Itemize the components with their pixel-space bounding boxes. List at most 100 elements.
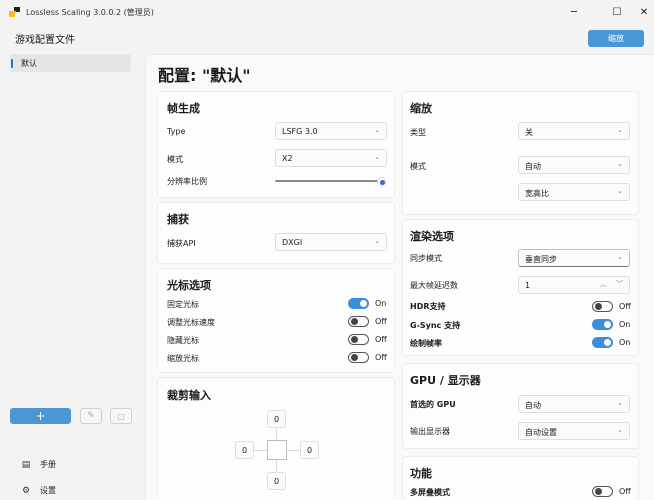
maximize-button[interactable]: ☐ [603,0,631,24]
delete-profile-button[interactable]: □ [110,408,132,424]
fg-ratio-slider[interactable] [275,180,381,182]
cursor-item-label: 隐藏光标 [167,336,199,345]
max-latency-value: 1 [525,281,531,290]
chevron-down-icon: ⌄ [374,126,380,134]
render-title: 渲染选项 [410,230,454,243]
cursor-item-label: 固定光标 [167,300,199,309]
chevron-down-icon: ⌄ [374,153,380,161]
fg-type-label: Type [167,127,186,136]
gear-icon: ⚙ [21,485,31,496]
sync-mode-label: 同步模式 [410,254,442,263]
toggle-state-label: On [375,299,387,308]
cursor-item-label: 调整光标速度 [167,318,215,327]
capture-api-select[interactable]: DXGI ⌄ [275,233,387,251]
chevron-up-icon[interactable]: ︿ [600,279,607,289]
add-profile-button[interactable]: + [10,408,71,424]
scale-button[interactable]: 缩放 [588,30,644,47]
hide-cursor-toggle[interactable] [348,334,369,345]
output-display-value: 自动设置 [525,428,557,437]
scaling-mode-select[interactable]: 自动 ⌄ [518,156,630,174]
sync-mode-select[interactable]: 垂直同步 ⌄ [518,249,630,267]
selection-indicator [11,59,13,68]
cursor-speed-toggle[interactable] [348,316,369,327]
preferred-gpu-value: 自动 [525,401,541,410]
edit-profile-button[interactable]: ✎ [80,408,102,424]
preferred-gpu-select[interactable]: 自动 ⌄ [518,395,630,413]
page-title: 配置: "默认" [158,66,251,85]
hdr-label: HDR支持 [410,302,446,311]
chevron-down-icon: ⌄ [617,399,623,407]
toggle-state-label: Off [619,487,631,496]
crop-preview [267,440,287,460]
window-title: Lossless Scaling 3.0.0.2 (管理员) [26,8,154,17]
scaling-mode-label: 模式 [410,162,426,171]
slider-dot [379,179,385,185]
toggle-knob [351,354,358,361]
sync-mode-value: 垂直同步 [525,255,557,264]
scaling-type-value: 关 [525,128,533,137]
output-display-select[interactable]: 自动设置 ⌄ [518,422,630,440]
draw-fps-toggle[interactable] [592,337,613,348]
manual-label: 手册 [40,460,56,469]
toggle-state-label: Off [619,302,631,311]
gsync-toggle[interactable] [592,319,613,330]
crop-title: 裁剪输入 [167,389,211,402]
output-display-label: 输出显示器 [410,427,450,436]
toggle-knob [360,300,367,307]
scaling-type-select[interactable]: 关 ⌄ [518,122,630,140]
chevron-down-icon[interactable]: ﹀ [616,279,623,289]
max-latency-stepper[interactable]: 1 ︿ ﹀ [518,276,630,294]
chevron-down-icon: ⌄ [617,160,623,168]
crop-right-input[interactable]: 0 [300,441,319,459]
chevron-down-icon: ⌄ [617,187,623,195]
hdr-toggle[interactable] [592,301,613,312]
features-title: 功能 [410,467,432,480]
close-button[interactable]: ✕ [630,0,654,24]
chevron-down-icon: ⌄ [374,237,380,245]
fg-ratio-label: 分辨率比例 [167,177,207,186]
manual-link[interactable]: ▤ 手册 [21,459,56,470]
scaling-title: 缩放 [410,102,432,115]
fg-mode-value: X2 [282,154,293,163]
toggle-state-label: Off [375,335,387,344]
cursor-title: 光标选项 [167,279,211,292]
fg-mode-select[interactable]: X2 ⌄ [275,149,387,167]
scaling-aspect-value: 宽高比 [525,189,549,198]
toggle-state-label: Off [375,317,387,326]
crop-bottom-input[interactable]: 0 [267,472,286,490]
chevron-down-icon: ⌄ [617,426,623,434]
fg-type-select[interactable]: LSFG 3.0 ⌄ [275,122,387,140]
toggle-knob [604,321,611,328]
toggle-knob [351,336,358,343]
toggle-state-label: Off [375,353,387,362]
trash-icon: □ [117,411,125,421]
title-bar: Lossless Scaling 3.0.0.2 (管理员) ─ ☐ ✕ [0,0,654,24]
profiles-title: 游戏配置文件 [15,35,75,46]
gsync-label: G-Sync 支持 [410,321,461,330]
settings-label: 设置 [40,486,56,495]
gpu-title: GPU / 显示器 [410,374,481,387]
multi-display-toggle[interactable] [592,486,613,497]
book-icon: ▤ [21,459,31,470]
crop-left-input[interactable]: 0 [235,441,254,459]
cursor-item-label: 缩放光标 [167,354,199,363]
max-latency-label: 最大帧延迟数 [410,281,458,290]
settings-link[interactable]: ⚙ 设置 [21,485,56,496]
capture-api-value: DXGI [282,238,303,247]
scale-cursor-toggle[interactable] [348,352,369,363]
multi-display-label: 多屏叠模式 [410,488,450,497]
crop-top-input[interactable]: 0 [267,410,286,428]
draw-fps-label: 绘制帧率 [410,339,442,348]
toggle-knob [351,318,358,325]
toggle-knob [595,303,602,310]
scaling-type-label: 类型 [410,128,426,137]
fg-ratio-slider-thumb[interactable] [377,177,386,186]
fg-type-value: LSFG 3.0 [282,127,318,136]
fg-mode-label: 模式 [167,155,183,164]
capture-title: 捕获 [167,213,189,226]
toggle-knob [604,339,611,346]
lock-cursor-toggle[interactable] [348,298,369,309]
minimize-button[interactable]: ─ [560,0,588,24]
sidebar-item-default[interactable]: 默认 [10,54,131,72]
scaling-aspect-select[interactable]: 宽高比 ⌄ [518,183,630,201]
